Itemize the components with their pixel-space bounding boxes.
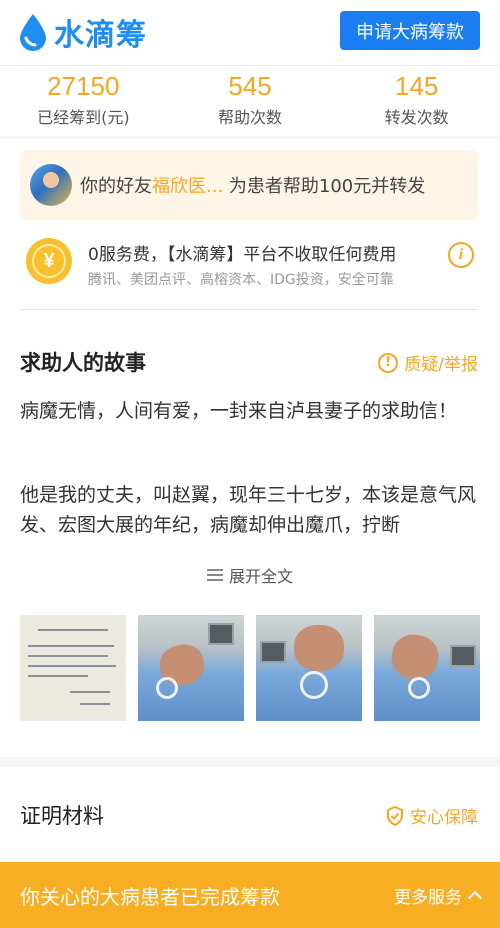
patient-photo[interactable] bbox=[138, 615, 244, 721]
yuan-coin-icon: ¥ bbox=[26, 238, 72, 284]
story-paragraph: 他是我的丈夫，叫赵翼，现年三十七岁，本该是意气风发、宏图大展的年纪，病魔却伸出魔… bbox=[20, 484, 477, 536]
report-label: 质疑/举报 bbox=[404, 355, 478, 375]
info-icon[interactable]: i bbox=[448, 242, 474, 268]
divider bbox=[20, 309, 478, 310]
fee-title: 0服务费，【水滴筹】平台不收取任何费用 bbox=[88, 245, 397, 265]
fee-notice: ¥ 0服务费，【水滴筹】平台不收取任何费用 腾讯、美团点评、高榕资本、IDG投资… bbox=[20, 232, 478, 300]
friend-suffix: 为患者帮助100元并转发 bbox=[223, 176, 426, 197]
safety-guarantee-link[interactable]: 安心保障 bbox=[386, 803, 478, 828]
bottom-status-bar: 你关心的大病患者已完成筹款 更多服务 bbox=[0, 862, 500, 928]
section-separator bbox=[0, 757, 500, 767]
water-drop-icon bbox=[20, 14, 46, 51]
app-header: 水滴筹 申请大病筹款 bbox=[0, 0, 500, 66]
patient-photo[interactable] bbox=[256, 615, 362, 721]
stat-share-count: 145 转发次数 bbox=[333, 70, 500, 137]
more-services-button[interactable]: 更多服务 bbox=[394, 883, 483, 908]
more-services-label: 更多服务 bbox=[394, 887, 462, 908]
stat-label: 转发次数 bbox=[384, 108, 449, 127]
stat-value: 545 bbox=[228, 71, 272, 101]
stat-value: 145 bbox=[394, 71, 439, 101]
menu-lines-icon bbox=[206, 569, 223, 581]
proof-title: 证明材料 bbox=[20, 804, 104, 828]
stat-value: 27150 bbox=[47, 71, 120, 101]
story-title: 求助人的故事 bbox=[20, 351, 146, 375]
logo-text: 水滴筹 bbox=[54, 18, 147, 53]
avatar bbox=[30, 164, 72, 206]
friend-banner-text: 你的好友福欣医... 为患者帮助100元并转发 bbox=[80, 172, 425, 198]
story-paragraph: 病魔无情，人间有爱，一封来自泸县妻子的求助信！ bbox=[20, 400, 458, 422]
report-link[interactable]: ! 质疑/举报 bbox=[378, 350, 478, 375]
patient-photo[interactable] bbox=[374, 615, 480, 721]
apply-fundraising-button[interactable]: 申请大病筹款 bbox=[340, 11, 480, 50]
friend-name: 福欣医... bbox=[152, 176, 224, 197]
friend-prefix: 你的好友 bbox=[80, 176, 152, 197]
stat-help-count: 545 帮助次数 bbox=[167, 70, 334, 137]
fee-subtitle: 腾讯、美团点评、高榕资本、IDG投资，安全可靠 bbox=[88, 272, 394, 288]
exclamation-icon: ! bbox=[378, 352, 399, 373]
friend-donation-banner[interactable]: 你的好友福欣医... 为患者帮助100元并转发 bbox=[20, 150, 478, 220]
stat-amount-raised: 27150 已经筹到(元) bbox=[0, 70, 167, 137]
stat-label: 已经筹到(元) bbox=[37, 108, 130, 127]
expand-full-text-button[interactable]: 展开全文 bbox=[0, 563, 500, 587]
shield-check-icon bbox=[387, 805, 403, 826]
medical-certificate-photo[interactable] bbox=[20, 615, 126, 721]
logo[interactable]: 水滴筹 bbox=[18, 10, 147, 54]
expand-label: 展开全文 bbox=[228, 567, 293, 586]
coin-symbol: ¥ bbox=[32, 244, 66, 278]
stats-row: 27150 已经筹到(元) 545 帮助次数 145 转发次数 bbox=[0, 70, 500, 138]
stat-label: 帮助次数 bbox=[218, 108, 283, 127]
bottom-status-text: 你关心的大病患者已完成筹款 bbox=[20, 884, 280, 909]
chevron-up-icon bbox=[467, 890, 483, 906]
safe-label: 安心保障 bbox=[410, 808, 478, 828]
photo-gallery bbox=[20, 615, 480, 721]
